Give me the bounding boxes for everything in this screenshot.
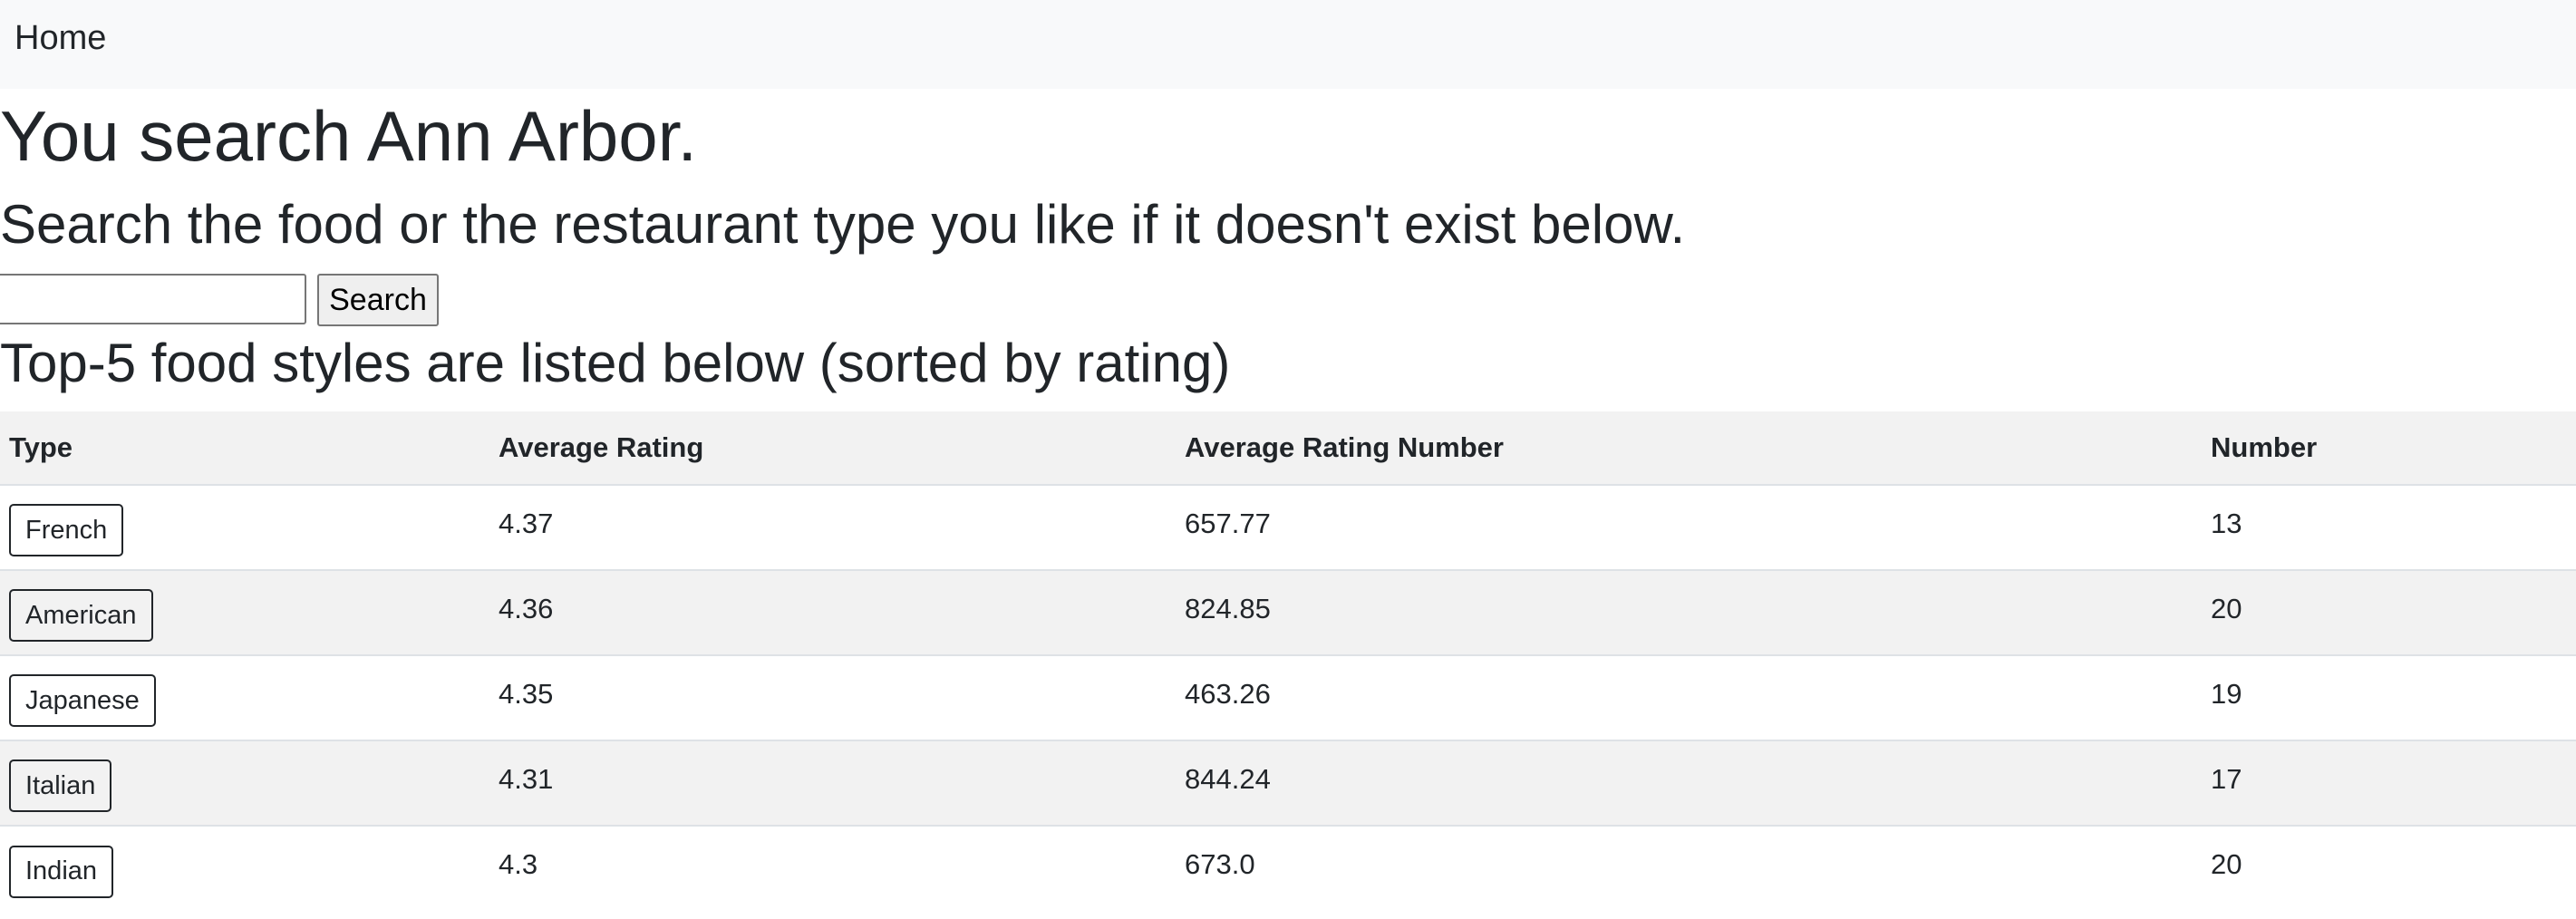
table-row: American 4.36 824.85 20	[0, 569, 2576, 655]
section-title: Top-5 food styles are listed below (sort…	[0, 333, 1231, 393]
table-header-row: Type Average Rating Average Rating Numbe…	[0, 411, 2576, 486]
average-rating-number-cell: 824.85	[1176, 569, 2202, 655]
type-button-american[interactable]: American	[9, 589, 153, 642]
type-button-french[interactable]: French	[9, 504, 124, 556]
number-cell: 20	[2202, 569, 2576, 655]
type-cell: Japanese	[0, 654, 489, 740]
navbar: Home	[0, 0, 2576, 89]
type-cell: American	[0, 569, 489, 655]
search-input[interactable]	[0, 274, 306, 324]
average-rating-cell: 4.35	[489, 654, 1176, 740]
average-rating-cell: 4.31	[489, 740, 1176, 826]
average-rating-number-cell: 673.0	[1176, 825, 2202, 911]
average-rating-cell: 4.36	[489, 569, 1176, 655]
number-cell: 19	[2202, 654, 2576, 740]
average-rating-number-cell: 657.77	[1176, 484, 2202, 570]
table-row: Italian 4.31 844.24 17	[0, 740, 2576, 826]
type-button-indian[interactable]: Indian	[9, 845, 114, 898]
number-cell: 20	[2202, 825, 2576, 911]
type-cell: French	[0, 484, 489, 570]
number-cell: 17	[2202, 740, 2576, 826]
column-header-number: Number	[2202, 411, 2576, 486]
table-row: Indian 4.3 673.0 20	[0, 825, 2576, 911]
average-rating-number-cell: 844.24	[1176, 740, 2202, 826]
nav-home-link[interactable]: Home	[15, 16, 106, 60]
type-cell: Indian	[0, 825, 489, 911]
page-subtitle: Search the food or the restaurant type y…	[0, 194, 1686, 255]
search-button[interactable]: Search	[317, 274, 439, 326]
average-rating-cell: 4.37	[489, 484, 1176, 570]
average-rating-cell: 4.3	[489, 825, 1176, 911]
page-title: You search Ann Arbor.	[0, 96, 698, 176]
average-rating-number-cell: 463.26	[1176, 654, 2202, 740]
table-row: French 4.37 657.77 13	[0, 484, 2576, 570]
column-header-type: Type	[0, 411, 489, 486]
column-header-average-rating-number: Average Rating Number	[1176, 411, 2202, 486]
food-styles-table: Type Average Rating Average Rating Numbe…	[0, 411, 2576, 911]
column-header-average-rating: Average Rating	[489, 411, 1176, 486]
type-cell: Italian	[0, 740, 489, 826]
table-row: Japanese 4.35 463.26 19	[0, 654, 2576, 740]
number-cell: 13	[2202, 484, 2576, 570]
type-button-italian[interactable]: Italian	[9, 759, 112, 812]
type-button-japanese[interactable]: Japanese	[9, 674, 156, 727]
